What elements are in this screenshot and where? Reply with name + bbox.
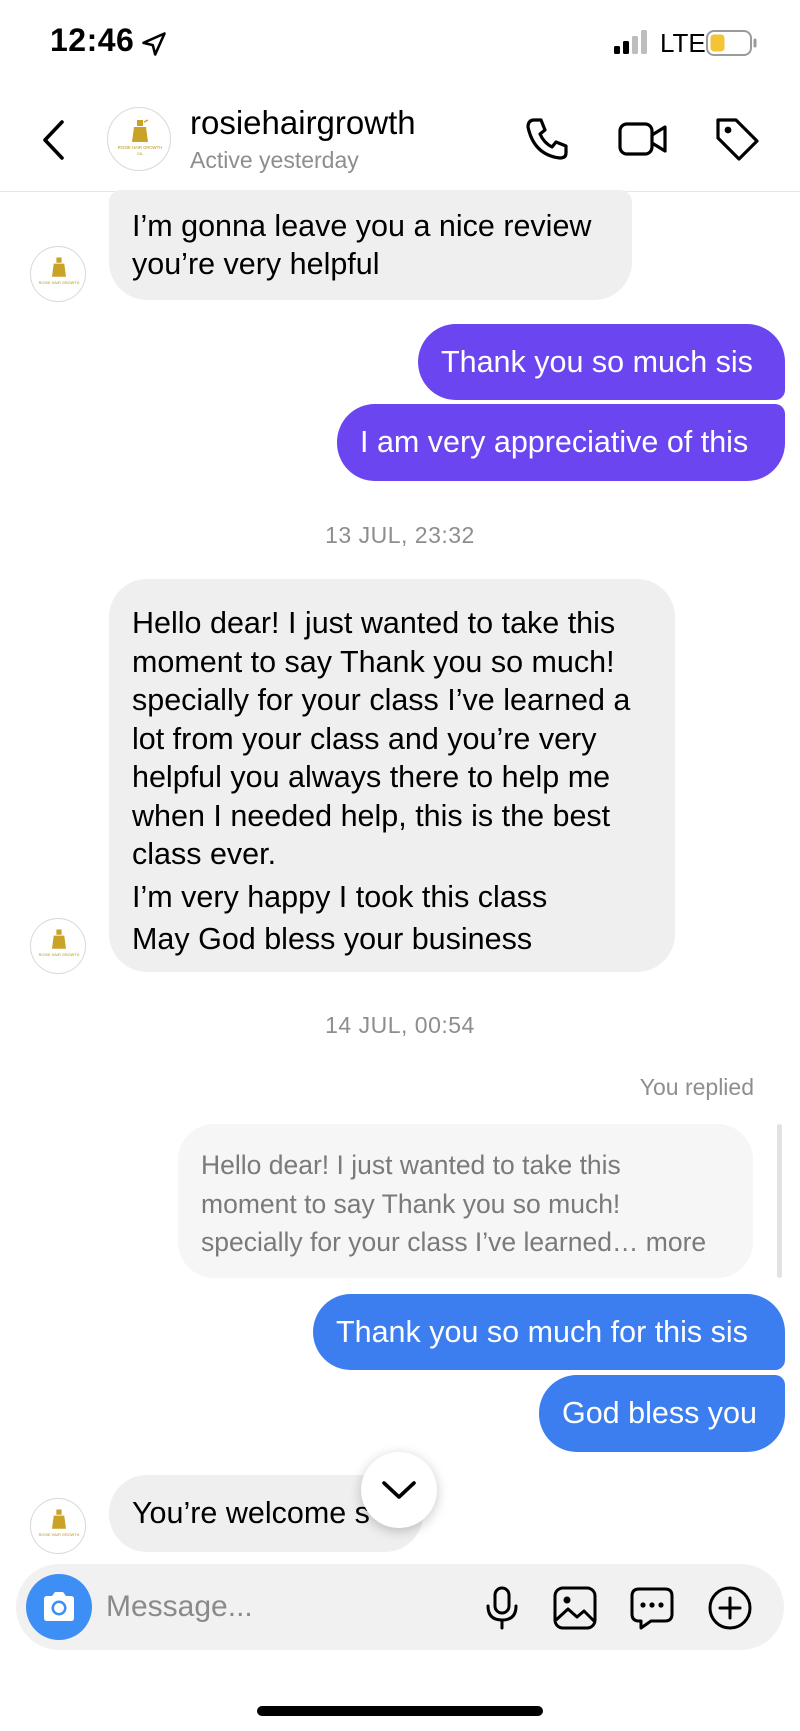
location-arrow-icon	[142, 32, 166, 56]
message-incoming[interactable]: I’m gonna leave you a nice review you’re…	[109, 190, 632, 300]
quote-line: Hello dear! I just wanted to take this	[201, 1150, 621, 1180]
rosie-logo-icon: ROSIE HAIR GROWTH	[39, 929, 80, 957]
message-line: moment to say Thank you so much!	[132, 644, 615, 679]
message-text: Thank you so much sis	[441, 344, 753, 379]
message-text: I am very appreciative of this	[360, 425, 749, 460]
quoted-reply[interactable]: Hello dear! I just wanted to take this m…	[178, 1124, 753, 1278]
message-text: God bless you	[562, 1396, 757, 1431]
message-text: Thank you so much for this sis	[336, 1314, 748, 1349]
svg-text:ROSIE HAIR GROWTH: ROSIE HAIR GROWTH	[39, 953, 80, 957]
chat-bubble-icon[interactable]	[629, 1585, 675, 1631]
svg-text:ROSIE HAIR GROWTH: ROSIE HAIR GROWTH	[118, 145, 162, 150]
message-outgoing[interactable]: I am very appreciative of this	[337, 404, 785, 481]
image-icon[interactable]	[552, 1585, 598, 1631]
home-indicator[interactable]	[257, 1706, 543, 1716]
microphone-icon[interactable]	[479, 1585, 525, 1631]
message-line: lot from your class and you’re very	[132, 721, 597, 756]
message-outgoing[interactable]: Thank you so much for this sis	[313, 1294, 785, 1370]
svg-text:ROSIE HAIR GROWTH: ROSIE HAIR GROWTH	[39, 1533, 80, 1537]
message-incoming[interactable]: Hello dear! I just wanted to take this m…	[109, 579, 675, 972]
timestamp: 13 JUL, 23:32	[325, 522, 475, 548]
sender-avatar[interactable]: ROSIE HAIR GROWTH	[30, 1498, 86, 1554]
chevron-left-icon[interactable]	[36, 116, 70, 164]
message-line: specially for your class I’ve learned a	[132, 683, 631, 718]
quote-indicator	[777, 1124, 782, 1278]
timestamp: 14 JUL, 00:54	[325, 1012, 475, 1038]
message-text: You’re welcome s	[132, 1496, 370, 1531]
chevron-down-icon	[382, 1481, 416, 1499]
rosie-logo-icon: ROSIE HAIR GROWTH OIL	[118, 119, 162, 156]
contact-name[interactable]: rosiehairgrowth	[190, 104, 416, 142]
phone-icon[interactable]	[522, 114, 572, 164]
network-type: LTE	[660, 28, 706, 58]
message-line: Hello dear! I just wanted to take this	[132, 606, 616, 641]
contact-status: Active yesterday	[190, 147, 359, 173]
contact-avatar[interactable]: ROSIE HAIR GROWTH OIL	[107, 107, 171, 171]
tag-icon[interactable]	[712, 114, 762, 164]
status-time: 12:46	[50, 22, 135, 58]
video-camera-icon[interactable]	[617, 114, 669, 164]
replied-label: You replied	[639, 1074, 754, 1100]
camera-icon	[44, 1592, 74, 1621]
svg-text:OIL: OIL	[137, 151, 144, 156]
message-line: you’re very helpful	[132, 247, 380, 281]
message-outgoing[interactable]: God bless you	[539, 1375, 785, 1452]
quote-line: moment to say Thank you so much!	[201, 1188, 621, 1219]
quote-line: specially for your class I’ve learned… m…	[201, 1227, 707, 1257]
message-input[interactable]	[106, 1584, 456, 1630]
sender-avatar[interactable]: ROSIE HAIR GROWTH	[30, 246, 86, 302]
battery-icon	[706, 30, 757, 56]
message-line: I’m gonna leave you a nice review	[132, 208, 592, 243]
message-line: I’m very happy I took this class	[132, 879, 548, 914]
scroll-to-bottom-button[interactable]	[361, 1452, 437, 1528]
rosie-logo-icon: ROSIE HAIR GROWTH	[39, 257, 80, 285]
message-line: May God bless your business	[132, 922, 533, 957]
signal-icon	[614, 30, 647, 54]
message-outgoing[interactable]: Thank you so much sis	[418, 324, 785, 400]
camera-button[interactable]	[26, 1574, 92, 1640]
rosie-logo-icon: ROSIE HAIR GROWTH	[39, 1509, 80, 1537]
message-line: when I needed help, this is the best	[132, 798, 611, 833]
message-line: class ever.	[132, 837, 277, 872]
plus-circle-icon[interactable]	[707, 1585, 753, 1631]
svg-text:ROSIE HAIR GROWTH: ROSIE HAIR GROWTH	[39, 281, 80, 285]
sender-avatar[interactable]: ROSIE HAIR GROWTH	[30, 918, 86, 974]
message-line: helpful you always there to help me	[132, 760, 611, 795]
